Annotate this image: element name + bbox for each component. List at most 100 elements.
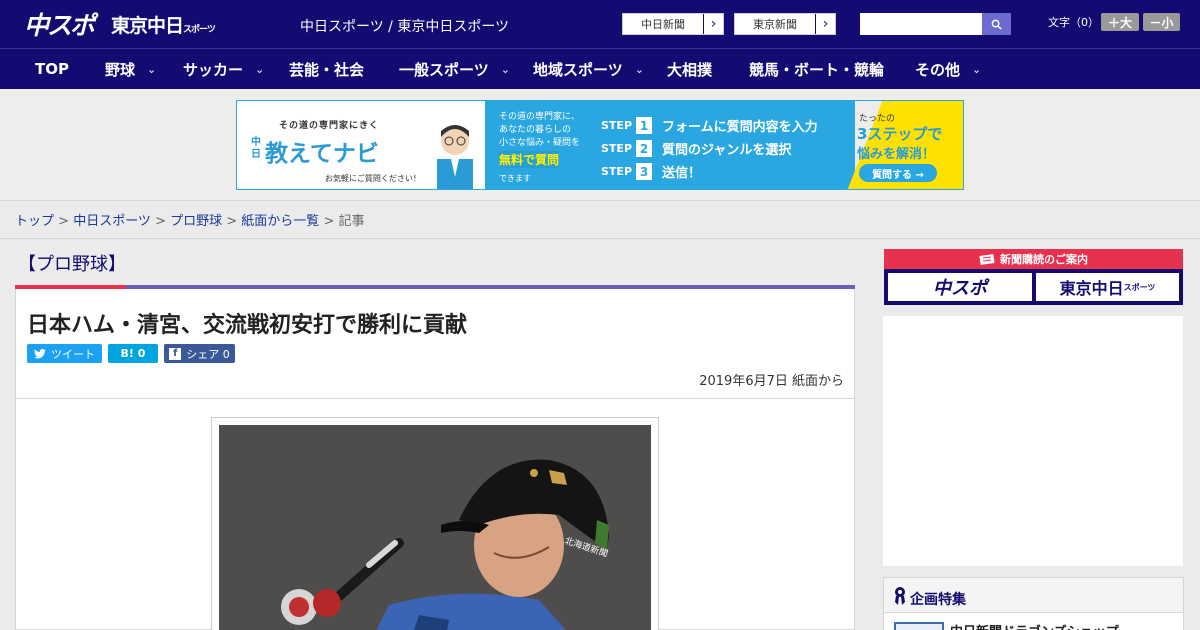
hatena-bookmark-button[interactable]: B! 0 bbox=[108, 344, 158, 363]
tokyo-logo-small: スポーツ bbox=[183, 25, 216, 35]
banner-step-2: STEP 2 質問のジャンルを選択 bbox=[601, 139, 791, 158]
breadcrumb-pro-baseball[interactable]: プロ野球 bbox=[170, 214, 222, 229]
banner-step-3: STEP 3 送信！ bbox=[601, 162, 701, 181]
batter-photo-illustration: 北海道新聞 bbox=[219, 425, 651, 630]
search-input[interactable] bbox=[860, 13, 982, 35]
paper-link-label: 東京新聞 bbox=[753, 18, 797, 31]
search-icon bbox=[991, 19, 1002, 30]
banner-title: 教えてナビ bbox=[265, 141, 379, 167]
nav-label: サッカー bbox=[183, 60, 244, 79]
chevron-right-icon: › bbox=[703, 14, 723, 34]
feature-box: 企画特集 中日新聞ドラゴンズショップ bbox=[883, 577, 1184, 630]
step-text: 質問のジャンルを選択 bbox=[662, 143, 792, 158]
chevron-down-icon: ⌄ bbox=[634, 62, 644, 76]
nav-label: 競馬・ボート・競輪 bbox=[749, 60, 885, 79]
nav-label: 大相撲 bbox=[667, 60, 713, 79]
nav-item-other[interactable]: その他 ⌄ bbox=[915, 49, 981, 89]
divider bbox=[0, 238, 1200, 239]
divider bbox=[16, 398, 854, 399]
article-headline: 日本ハム・清宮、交流戦初安打で勝利に貢献 bbox=[27, 313, 468, 338]
step-text: 送信！ bbox=[662, 166, 702, 181]
tweet-label: ツイート bbox=[51, 347, 95, 361]
feature-title: 企画特集 bbox=[910, 592, 966, 608]
paper-link-label: 中日新聞 bbox=[641, 18, 685, 31]
banner-mid-text: その道の専門家に、 あなたの暮らしの 小さな悩み・疑問を bbox=[499, 111, 580, 150]
main-nav: TOP 野球 ⌄ サッカー ⌄ 芸能・社会 一般スポーツ ⌄ 地域スポーツ ⌄ 大相撲 … bbox=[0, 48, 1200, 89]
facebook-icon: f bbox=[169, 347, 182, 360]
share-label: シェア 0 bbox=[186, 347, 230, 361]
step-text: フォームに質問内容を入力 bbox=[662, 120, 818, 135]
font-smaller-button[interactable]: －小 bbox=[1143, 13, 1180, 31]
banner-ask-button[interactable]: 質問する → bbox=[859, 164, 937, 182]
banner-chu: 中日 bbox=[251, 137, 261, 160]
banner-note: お気軽にご質問ください！ bbox=[325, 174, 421, 183]
chevron-down-icon: ⌄ bbox=[147, 62, 157, 76]
site-names: 中日スポーツ / 東京中日スポーツ bbox=[300, 19, 510, 35]
breadcrumb: トップ > 中日スポーツ > プロ野球 > 紙面から一覧 > 記事 bbox=[15, 210, 365, 229]
sidebar-ad-slot[interactable] bbox=[883, 316, 1183, 566]
article-photo[interactable]: 北海道新聞 bbox=[219, 425, 651, 630]
top-header: 中スポ 東京中日スポーツ 中日スポーツ / 東京中日スポーツ 中日新聞 › 東京… bbox=[0, 0, 1200, 48]
step-number: 2 bbox=[636, 140, 653, 157]
facebook-share-button[interactable]: f シェア 0 bbox=[164, 344, 235, 363]
nav-label: 一般スポーツ bbox=[399, 60, 489, 79]
subscribe-chuspo-button[interactable]: 中スポ bbox=[888, 273, 1032, 301]
nav-item-local-sports[interactable]: 地域スポーツ ⌄ bbox=[533, 49, 644, 89]
nav-item-sumo[interactable]: 大相撲 bbox=[667, 49, 712, 89]
nav-label: その他 bbox=[915, 60, 961, 79]
breadcrumb-current: 記事 bbox=[338, 214, 365, 229]
nav-item-general-sports[interactable]: 一般スポーツ ⌄ bbox=[399, 49, 510, 89]
breadcrumb-sep: > bbox=[319, 214, 339, 229]
ribbon-icon bbox=[895, 587, 905, 605]
banner-mid-line: あなたの暮らしの bbox=[499, 125, 572, 135]
tweet-button[interactable]: ツイート bbox=[27, 344, 102, 363]
breadcrumb-chunichi-sports[interactable]: 中日スポーツ bbox=[73, 214, 151, 229]
sub-tokyo-text: 東京中日 bbox=[1059, 279, 1124, 298]
nav-item-soccer[interactable]: サッカー ⌄ bbox=[183, 49, 264, 89]
chevron-down-icon: ⌄ bbox=[255, 62, 265, 76]
breadcrumb-paper-list[interactable]: 紙面から一覧 bbox=[241, 214, 319, 229]
category-label: 【プロ野球】 bbox=[18, 254, 126, 275]
font-larger-button[interactable]: ＋大 bbox=[1101, 13, 1139, 31]
chevron-down-icon: ⌄ bbox=[500, 62, 510, 76]
banner-subtitle: その道の専門家にきく bbox=[279, 121, 380, 131]
subscription-box: 新聞購読のご案内 中スポ 東京中日 スポーツ bbox=[884, 249, 1183, 305]
breadcrumb-sep: > bbox=[222, 214, 242, 229]
nav-item-baseball[interactable]: 野球 ⌄ bbox=[105, 49, 156, 89]
article-photo-frame: 北海道新聞 bbox=[211, 417, 659, 630]
nav-item-top[interactable]: TOP bbox=[35, 49, 69, 89]
subscription-title: 新聞購読のご案内 bbox=[1000, 253, 1088, 266]
tokyo-chunichi-logo[interactable]: 東京中日スポーツ bbox=[111, 11, 216, 38]
step-number: 3 bbox=[636, 163, 653, 180]
banner-can-text: できます bbox=[499, 174, 531, 183]
nav-item-entertainment[interactable]: 芸能・社会 bbox=[289, 49, 364, 89]
chevron-right-icon: › bbox=[815, 14, 835, 34]
subscription-header: 新聞購読のご案内 bbox=[884, 249, 1183, 269]
font-size-label: 文字（0） bbox=[1048, 16, 1099, 29]
search-button[interactable] bbox=[982, 13, 1011, 35]
banner-middle: その道の専門家に、 あなたの暮らしの 小さな悩み・疑問を 無料で質問 できます … bbox=[485, 101, 855, 189]
nav-item-racing[interactable]: 競馬・ボート・競輪 bbox=[749, 49, 884, 89]
step-label: STEP bbox=[601, 165, 633, 178]
step-label: STEP bbox=[601, 142, 633, 155]
breadcrumb-top[interactable]: トップ bbox=[15, 214, 54, 229]
breadcrumb-sep: > bbox=[54, 214, 74, 229]
nav-label: 野球 bbox=[105, 60, 136, 79]
chuspo-logo[interactable]: 中スポ bbox=[24, 6, 95, 42]
banner-mid-line: 小さな悩み・疑問を bbox=[499, 138, 581, 148]
oshiete-navi-banner[interactable]: その道の専門家にきく 中日 教えてナビ お気軽にご質問ください！ その道の専門家… bbox=[236, 100, 964, 190]
tokyo-logo-text: 東京中日 bbox=[111, 15, 184, 37]
banner-free-question: 無料で質問 bbox=[499, 151, 560, 168]
subscribe-tokyo-button[interactable]: 東京中日 スポーツ bbox=[1036, 273, 1179, 301]
banner-right-text-2: 3ステップで bbox=[857, 125, 943, 143]
feature-thumbnail[interactable] bbox=[894, 622, 944, 630]
chunichi-shimbun-link[interactable]: 中日新聞 › bbox=[622, 13, 724, 35]
newspaper-icon bbox=[979, 253, 995, 265]
banner-left: その道の専門家にきく 中日 教えてナビ お気軽にご質問ください！ bbox=[237, 101, 485, 189]
nav-label: TOP bbox=[35, 60, 69, 78]
tokyo-shimbun-link[interactable]: 東京新聞 › bbox=[734, 13, 836, 35]
feature-item-link[interactable]: 中日新聞ドラゴンズショップ bbox=[950, 621, 1119, 630]
nav-label: 地域スポーツ bbox=[533, 60, 623, 79]
breadcrumb-sep: > bbox=[150, 214, 171, 229]
chevron-down-icon: ⌄ bbox=[972, 62, 982, 76]
